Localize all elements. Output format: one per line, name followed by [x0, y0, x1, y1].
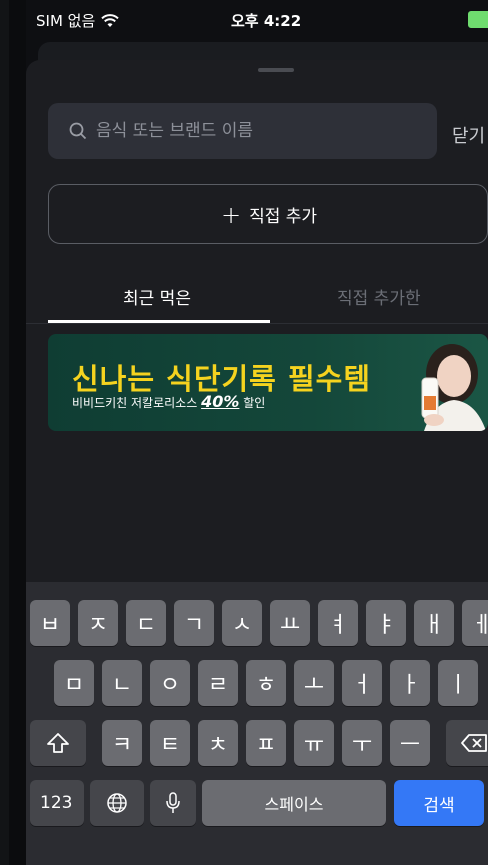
backspace-key[interactable]: [446, 720, 488, 766]
banner-subtitle: 비비드키친 저칼로리소스 40% 할인: [72, 392, 265, 411]
battery-icon: [468, 11, 488, 28]
key-yu[interactable]: ㅠ: [294, 720, 334, 766]
key-yo[interactable]: ㅛ: [270, 600, 310, 646]
carrier-label: SIM 없음: [36, 12, 96, 30]
globe-icon: [107, 793, 127, 813]
key-i[interactable]: ㅣ: [438, 660, 478, 706]
key-ae[interactable]: ㅐ: [414, 600, 454, 646]
sheet-grabber[interactable]: [258, 68, 294, 72]
key-e[interactable]: ㅔ: [462, 600, 488, 646]
key-r[interactable]: ㄹ: [198, 660, 238, 706]
microphone-icon: [166, 792, 180, 813]
add-direct-label: 직접 추가: [249, 207, 318, 227]
backspace-icon: [461, 734, 487, 752]
status-bar: SIM 없음 오후 4:22: [26, 0, 488, 40]
key-o[interactable]: ㅗ: [294, 660, 334, 706]
key-g[interactable]: ㄱ: [174, 600, 214, 646]
banner-discount: 40%: [201, 392, 240, 411]
banner-subtitle-suffix: 할인: [243, 396, 266, 410]
dictation-key[interactable]: [150, 780, 196, 826]
tab-bar: 최근 먹은 직접 추가한: [26, 270, 488, 324]
search-input[interactable]: [94, 120, 418, 142]
key-b[interactable]: ㅂ: [30, 600, 70, 646]
key-t[interactable]: ㅌ: [150, 720, 190, 766]
key-ng[interactable]: ㅇ: [150, 660, 190, 706]
key-eo[interactable]: ㅓ: [342, 660, 382, 706]
key-a[interactable]: ㅏ: [390, 660, 430, 706]
key-n[interactable]: ㄴ: [102, 660, 142, 706]
banner-model-image: [421, 344, 486, 431]
promo-banner[interactable]: 신나는 식단기록 필수템 비비드키친 저칼로리소스 40% 할인: [48, 334, 488, 431]
tab-divider: [26, 323, 488, 324]
plus-icon: +: [221, 200, 242, 229]
key-eu[interactable]: ㅡ: [390, 720, 430, 766]
background-app-edge: [0, 0, 26, 865]
status-time: 오후 4:22: [231, 12, 302, 30]
key-yeo[interactable]: ㅕ: [318, 600, 358, 646]
globe-key[interactable]: [90, 780, 144, 826]
key-j[interactable]: ㅈ: [78, 600, 118, 646]
wifi-icon: [101, 13, 119, 27]
key-ch[interactable]: ㅊ: [198, 720, 238, 766]
key-p[interactable]: ㅍ: [246, 720, 286, 766]
tab-custom-added[interactable]: 직접 추가한: [337, 284, 421, 309]
search-return-key[interactable]: 검색: [394, 780, 484, 826]
add-direct-button[interactable]: + 직접 추가: [48, 184, 488, 244]
space-key[interactable]: 스페이스: [202, 780, 386, 826]
shift-key[interactable]: [30, 720, 86, 766]
korean-keyboard: ㅂ ㅈ ㄷ ㄱ ㅅ ㅛ ㅕ ㅑ ㅐ ㅔ ㅁ ㄴ ㅇ ㄹ ㅎ ㅗ ㅓ ㅏ ㅣ ㅋ …: [26, 582, 488, 865]
key-u[interactable]: ㅜ: [342, 720, 382, 766]
phone-screen: SIM 없음 오후 4:22 닫기 + 직접 추가: [26, 0, 488, 865]
key-s[interactable]: ㅅ: [222, 600, 262, 646]
banner-subtitle-prefix: 비비드키친 저칼로리소스: [72, 396, 198, 410]
key-ya[interactable]: ㅑ: [366, 600, 406, 646]
search-icon: [69, 122, 87, 140]
carrier-group: SIM 없음: [36, 10, 119, 31]
key-m[interactable]: ㅁ: [54, 660, 94, 706]
shift-icon: [47, 733, 69, 753]
close-button[interactable]: 닫기: [452, 122, 485, 148]
search-field[interactable]: [48, 103, 437, 159]
tab-recent[interactable]: 최근 먹은: [123, 284, 191, 309]
key-k[interactable]: ㅋ: [102, 720, 142, 766]
key-d[interactable]: ㄷ: [126, 600, 166, 646]
key-h[interactable]: ㅎ: [246, 660, 286, 706]
numbers-key[interactable]: 123: [30, 780, 84, 826]
